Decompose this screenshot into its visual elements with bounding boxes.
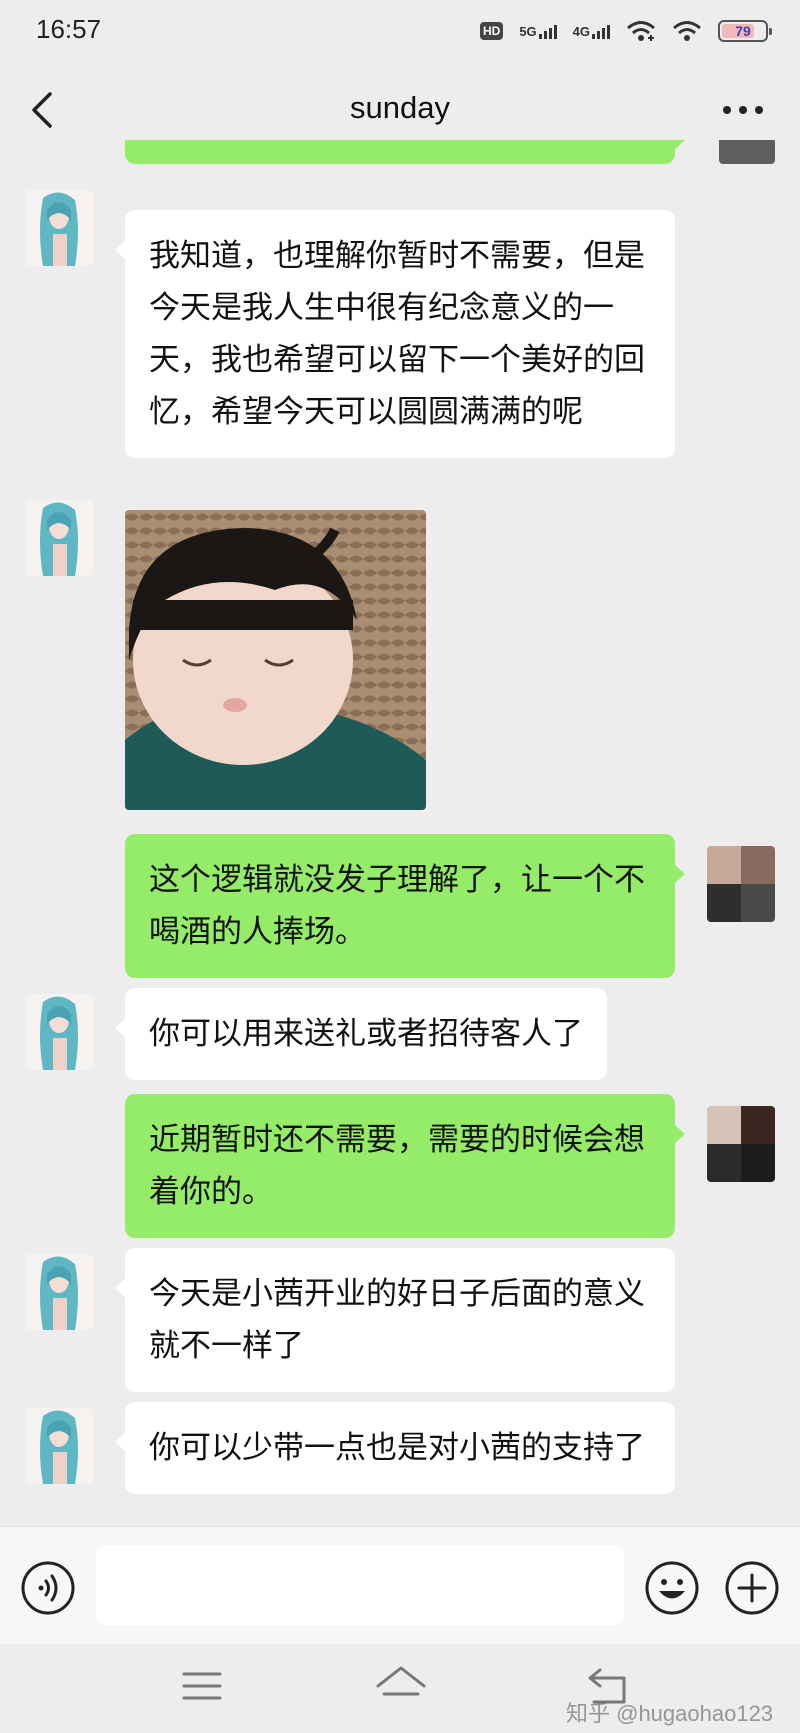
avatar-image [25, 994, 93, 1070]
image-message[interactable] [125, 510, 426, 810]
baby-sticker-image [125, 510, 426, 810]
home-icon[interactable] [374, 1662, 428, 1710]
battery-icon: 79 [718, 20, 772, 42]
self-avatar-image [707, 1106, 775, 1182]
menu-icon[interactable] [180, 1666, 224, 1706]
wifi-icon [673, 21, 701, 41]
plus-icon[interactable] [724, 1560, 780, 1616]
signal-5g-icon: 5G [519, 23, 557, 39]
self-avatar[interactable] [707, 846, 775, 922]
signal-4g-icon: 4G [573, 23, 610, 39]
message-bubble[interactable]: 你可以用来送礼或者招待客人了 [115, 988, 607, 1080]
message-text: 我知道，也理解你暂时不需要，但是今天是我人生中很有纪念意义的一天，我也希望可以留… [149, 238, 645, 430]
avatar-image [25, 500, 93, 576]
contact-avatar[interactable] [25, 1408, 93, 1484]
self-avatar[interactable] [707, 1106, 775, 1182]
self-avatar-partial [719, 140, 775, 164]
message-bubble[interactable]: 你可以少带一点也是对小茜的支持了 [115, 1402, 675, 1494]
message-text: 这个逻辑就没发子理解了，让一个不喝酒的人捧场。 [149, 862, 645, 950]
message-text: 你可以少带一点也是对小茜的支持了 [149, 1430, 645, 1466]
more-icon[interactable] [722, 102, 764, 118]
voice-input-icon[interactable] [20, 1560, 76, 1616]
contact-avatar[interactable] [25, 500, 93, 576]
message-text: 近期暂时还不需要，需要的时候会想着你的。 [149, 1122, 645, 1210]
message-bubble[interactable]: 我知道，也理解你暂时不需要，但是今天是我人生中很有纪念意义的一天，我也希望可以留… [115, 210, 675, 458]
message-text: 你可以用来送礼或者招待客人了 [149, 1016, 583, 1052]
message-list[interactable]: 我知道，也理解你暂时不需要，但是今天是我人生中很有纪念意义的一天，我也希望可以留… [0, 140, 800, 1526]
emoji-icon[interactable] [644, 1560, 700, 1616]
avatar-image [25, 190, 93, 266]
self-avatar-image [707, 846, 775, 922]
contact-avatar[interactable] [25, 190, 93, 266]
contact-avatar[interactable] [25, 994, 93, 1070]
contact-avatar[interactable] [25, 1254, 93, 1330]
message-bubble-partial [125, 140, 685, 164]
status-time: 16:57 [36, 14, 102, 44]
wifi-hotspot-icon [627, 21, 655, 41]
message-input[interactable] [96, 1545, 624, 1625]
status-icons: HD 5G 4G 79 [479, 16, 772, 46]
chat-title: sunday [350, 90, 450, 125]
message-bubble[interactable]: 今天是小茜开业的好日子后面的意义就不一样了 [115, 1248, 675, 1392]
watermark: 知乎 @hugaohao123 [566, 1701, 774, 1726]
message-bubble[interactable]: 近期暂时还不需要，需要的时候会想着你的。 [125, 1094, 685, 1238]
avatar-image [25, 1254, 93, 1330]
message-text: 今天是小茜开业的好日子后面的意义就不一样了 [149, 1276, 645, 1364]
message-bubble[interactable]: 这个逻辑就没发子理解了，让一个不喝酒的人捧场。 [125, 834, 685, 978]
avatar-image [25, 1408, 93, 1484]
input-bar [0, 1526, 800, 1644]
hd-badge: HD [479, 22, 504, 40]
status-bar: 16:57 HD 5G 4G 79 [0, 0, 800, 62]
